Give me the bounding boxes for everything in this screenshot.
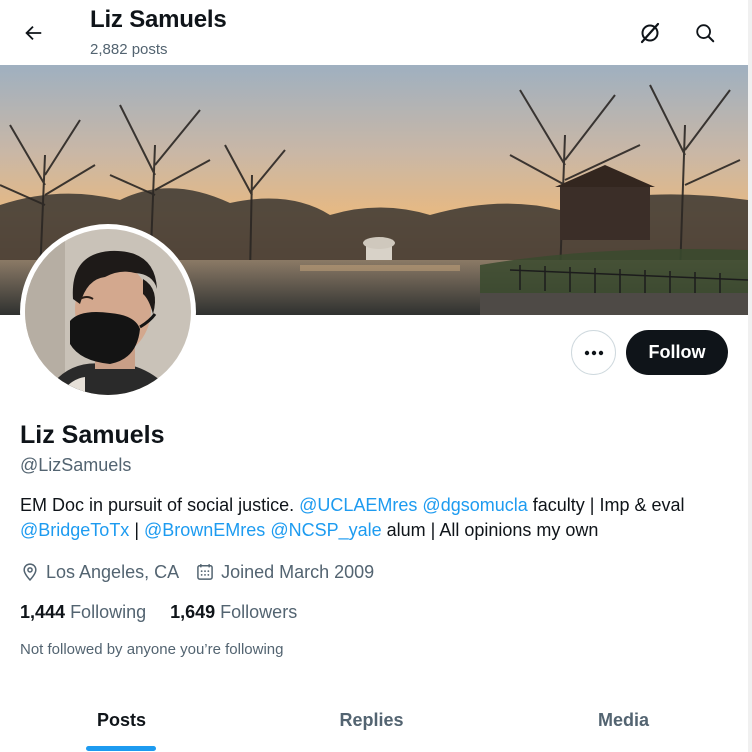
back-button[interactable] (14, 14, 52, 52)
tab-label: Media (597, 710, 649, 730)
follow-button[interactable]: Follow (626, 330, 728, 375)
profile-meta: Los Angeles, CA Joined March 2009 (20, 560, 390, 584)
tab-replies[interactable]: Replies (250, 690, 493, 752)
following-link[interactable]: 1,444 Following (20, 602, 146, 623)
profile-bio: EM Doc in pursuit of social justice. @UC… (20, 493, 730, 543)
followers-count: 1,649 (170, 602, 216, 622)
followers-label: Followers (220, 602, 298, 622)
mention-link[interactable]: @UCLAEMres (299, 495, 417, 515)
mention-link[interactable]: @NCSP_yale (270, 520, 381, 540)
calendar-icon (197, 564, 213, 580)
location-text: Los Angeles, CA (46, 561, 180, 582)
tab-posts[interactable]: Posts (0, 690, 243, 752)
tab-label: Replies (339, 710, 404, 730)
top-bar: Liz Samuels 2,882 posts (0, 0, 752, 65)
joined-text: Joined March 2009 (221, 561, 375, 582)
grok-button[interactable] (631, 14, 669, 52)
follow-counts: 1,444 Following 1,649 Followers (20, 602, 321, 623)
profile-name: Liz Samuels (20, 421, 165, 449)
active-tab-indicator (86, 746, 156, 751)
bio-text: faculty | Imp & eval (527, 495, 685, 515)
header-posts-count: 2,882 posts (90, 41, 168, 58)
avatar[interactable] (20, 224, 196, 400)
grok-icon (640, 22, 660, 44)
location-pin-icon (23, 563, 37, 581)
following-count: 1,444 (20, 602, 66, 622)
followers-link[interactable]: 1,649 Followers (170, 602, 297, 623)
search-button[interactable] (686, 14, 724, 52)
bio-text: | (129, 520, 144, 540)
profile-tabs: Posts Replies Media (0, 690, 748, 752)
mention-link[interactable]: @BridgeToTx (20, 520, 129, 540)
bio-text: alum | All opinions my own (381, 520, 599, 540)
search-icon (696, 24, 715, 43)
avatar-image (25, 229, 191, 395)
more-options-button[interactable] (571, 330, 616, 375)
more-dots-icon (584, 350, 603, 355)
not-followed-note: Not followed by anyone you’re following (20, 641, 284, 658)
tab-media[interactable]: Media (502, 690, 745, 752)
location-item: Los Angeles, CA (20, 562, 179, 583)
following-label: Following (70, 602, 147, 622)
mention-link[interactable]: @dgsomucla (422, 495, 527, 515)
profile-handle: @LizSamuels (20, 455, 132, 475)
mention-link[interactable]: @BrownEMres (144, 520, 265, 540)
header-name: Liz Samuels (90, 6, 227, 33)
back-arrow-icon (25, 25, 42, 41)
scrollbar[interactable] (748, 0, 752, 752)
bio-text: EM Doc in pursuit of social justice. (20, 495, 300, 515)
joined-item: Joined March 2009 (195, 562, 374, 583)
